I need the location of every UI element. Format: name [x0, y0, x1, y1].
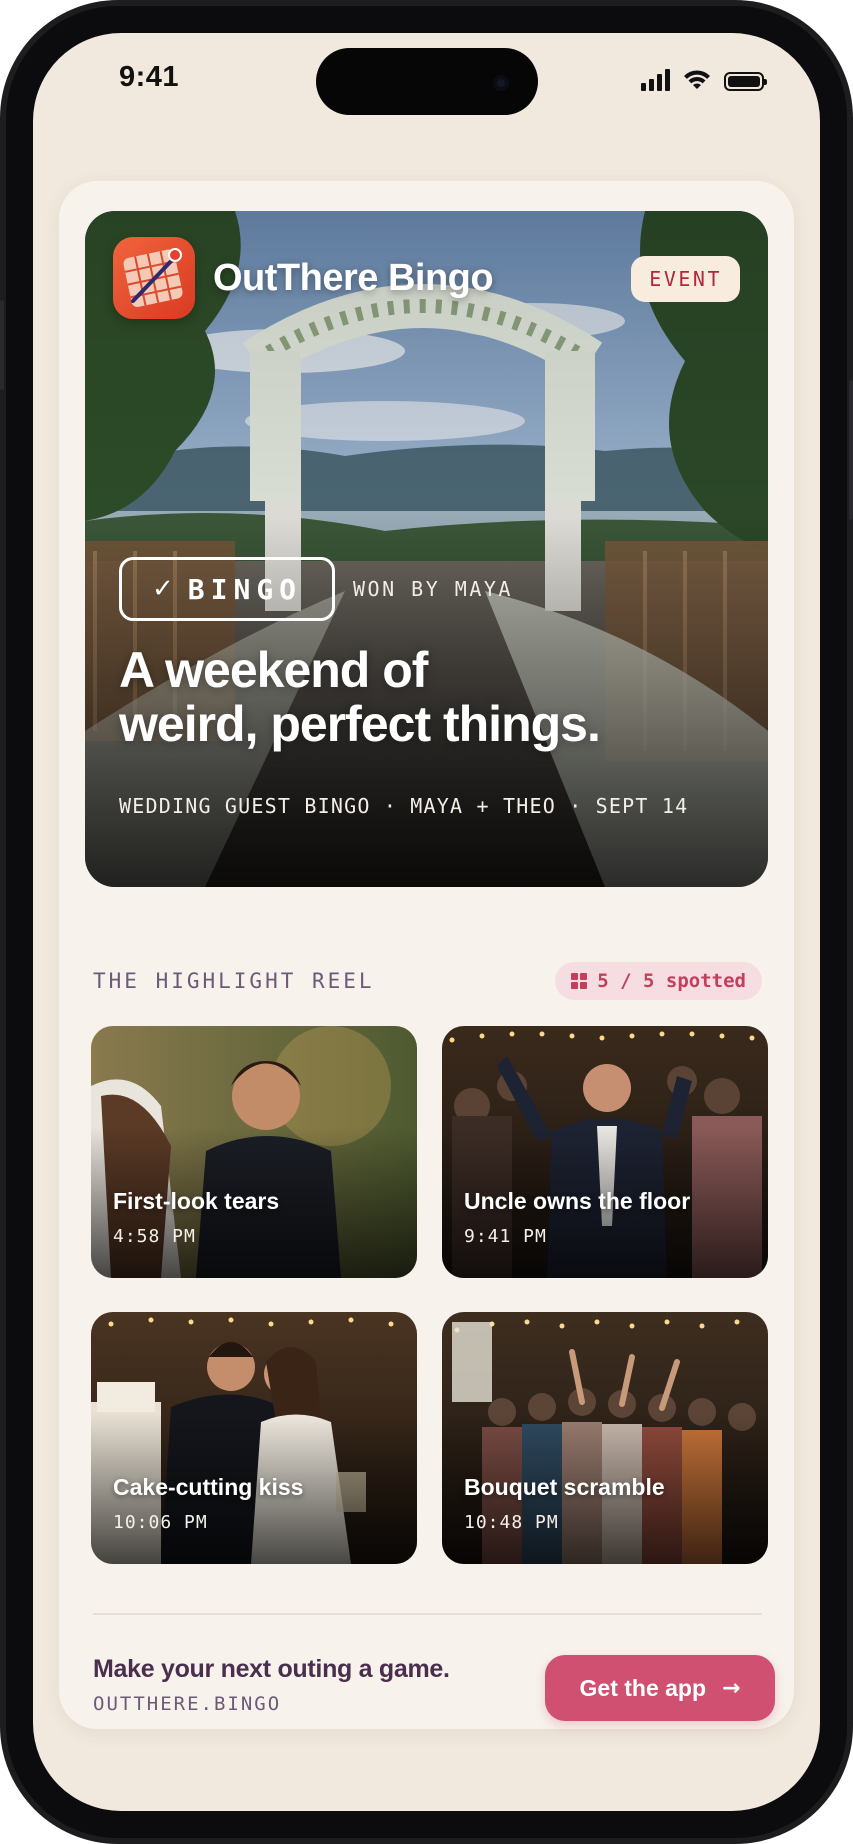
share-card: OutThere Bingo EVENT ✓ BINGO WON BY MAYA…: [59, 181, 794, 1729]
brand-name: OutThere Bingo: [213, 256, 494, 299]
tile-title: First-look tears: [113, 1188, 280, 1214]
power-button: [849, 380, 853, 520]
get-the-app-label: Get the app: [579, 1674, 707, 1701]
hero-title: A weekend of weird, perfect things.: [119, 643, 739, 751]
tile-time: 10:06 PM: [113, 1512, 208, 1533]
status-icons: [641, 69, 767, 91]
tile-time: 9:41 PM: [464, 1226, 547, 1247]
cta-title: Make your next outing a game.: [93, 1655, 450, 1683]
spotted-count-badge: 5 / 5 spotted: [555, 962, 762, 1000]
highlight-tile[interactable]: Bouquet scramble 10:48 PM: [442, 1312, 768, 1564]
tile-title: Uncle owns the floor: [464, 1188, 691, 1214]
bingo-card-icon: [113, 237, 195, 319]
get-the-app-button[interactable]: Get the app →: [545, 1655, 775, 1721]
spotted-count: 5 / 5 spotted: [597, 970, 746, 992]
brand-row: OutThere Bingo: [113, 237, 494, 319]
won-by-label: WON BY MAYA: [353, 577, 513, 601]
cta-url[interactable]: OUTTHERE.BINGO: [93, 1693, 281, 1715]
check-icon: ✓: [151, 574, 174, 604]
camera-icon: [493, 75, 509, 91]
tile-title: Cake-cutting kiss: [113, 1474, 304, 1500]
bingo-row: ✓ BINGO WON BY MAYA: [119, 557, 513, 621]
hero-title-line-1: A weekend of: [119, 642, 428, 698]
screen: 9:41 OutThere Bingo EVENT ✓ BINGO WON BY…: [33, 33, 820, 1811]
cellular-signal-icon: [641, 69, 670, 91]
hero-title-line-2: weird, perfect things.: [119, 696, 601, 752]
tile-time: 10:48 PM: [464, 1512, 559, 1533]
tile-title: Bouquet scramble: [464, 1474, 665, 1500]
hero-subtitle: WEDDING GUEST BINGO · MAYA + THEO · SEPT…: [119, 794, 689, 818]
grid-icon: [571, 973, 588, 989]
highlight-tile[interactable]: First-look tears 4:58 PM: [91, 1026, 417, 1278]
tile-time: 4:58 PM: [113, 1226, 196, 1247]
bingo-badge: ✓ BINGO: [119, 557, 335, 621]
hero-banner[interactable]: OutThere Bingo EVENT ✓ BINGO WON BY MAYA…: [85, 211, 768, 887]
highlight-reel-title: THE HIGHLIGHT REEL: [93, 969, 375, 993]
wifi-icon: [684, 70, 710, 89]
bingo-label: BINGO: [187, 572, 303, 606]
highlight-tile[interactable]: Uncle owns the floor 9:41 PM: [442, 1026, 768, 1278]
status-time: 9:41: [119, 61, 180, 93]
arrow-right-icon: →: [722, 1675, 741, 1701]
event-badge: EVENT: [631, 256, 740, 302]
battery-icon: [724, 72, 767, 91]
highlight-tile[interactable]: Cake-cutting kiss 10:06 PM: [91, 1312, 417, 1564]
divider: [93, 1613, 762, 1615]
volume-button: [0, 300, 4, 390]
